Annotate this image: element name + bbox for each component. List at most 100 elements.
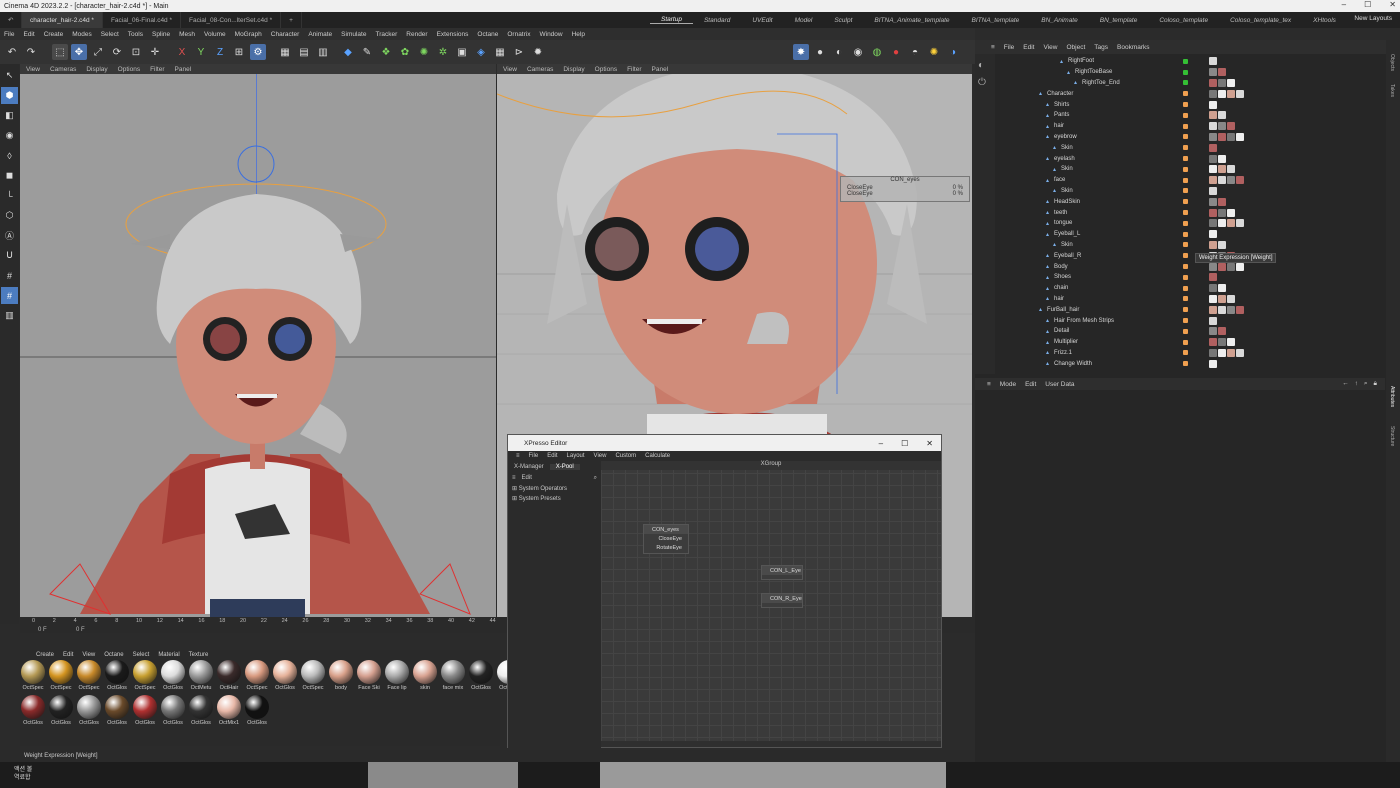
gear-icon[interactable]: ⚙ [250, 44, 266, 60]
menu-edit[interactable]: Edit [23, 31, 34, 38]
object-tag-icon[interactable] [1209, 57, 1217, 66]
layout-tab[interactable]: BN_template [1089, 17, 1149, 24]
material-swatch[interactable]: OctGlos [105, 695, 129, 726]
material-swatch[interactable]: OctGlos [161, 695, 185, 726]
viewport-3d-left[interactable] [20, 74, 496, 617]
effector-icon[interactable]: ✲ [435, 44, 451, 60]
visibility-dot[interactable] [1183, 264, 1188, 270]
xp-menu-view[interactable]: View [594, 453, 607, 459]
vp2-menu-display[interactable]: Display [563, 66, 584, 73]
vp2-menu-panel[interactable]: Panel [652, 66, 669, 73]
attr-menu-hamburger-icon[interactable]: ≡ [987, 381, 991, 388]
object-tag-icon[interactable] [1218, 122, 1226, 131]
undo-icon[interactable]: ↶ [4, 44, 20, 60]
back-arrow-icon[interactable]: ← [1342, 380, 1349, 388]
side-tab-attributes[interactable]: Attributes [1389, 386, 1395, 407]
object-tag-icon[interactable] [1236, 219, 1244, 228]
menu-spline[interactable]: Spline [152, 31, 170, 38]
object-row[interactable]: ▴ Multiplier [995, 337, 1400, 348]
vp-menu-cameras[interactable]: Cameras [50, 66, 76, 73]
new-tab-button[interactable]: + [281, 12, 302, 28]
edges-mode-icon[interactable]: ◊ [1, 147, 18, 164]
layout-tab-startup[interactable]: Startup [650, 16, 693, 24]
select-tool-icon[interactable]: ⬚ [52, 44, 68, 60]
menu-character[interactable]: Character [271, 31, 300, 38]
om-menu-file[interactable]: File [1004, 44, 1014, 51]
field-icon[interactable]: ▣ [454, 44, 470, 60]
object-row[interactable]: ▴ Hair From Mesh Strips [995, 315, 1400, 326]
object-tag-icon[interactable] [1218, 208, 1226, 217]
material-swatch[interactable]: OctGlos [133, 695, 157, 726]
polygons-mode-icon[interactable]: ◼ [1, 167, 18, 184]
object-tag-icon[interactable] [1227, 208, 1235, 217]
visibility-dot[interactable] [1183, 58, 1188, 64]
xp-menu-layout[interactable]: Layout [567, 453, 585, 459]
snap-grid-icon[interactable]: # [1, 267, 18, 284]
visibility-dot[interactable] [1183, 80, 1188, 86]
render-view-icon[interactable]: ▤ [296, 44, 312, 60]
object-tag-icon[interactable] [1218, 132, 1226, 141]
object-tag-icon[interactable] [1227, 165, 1235, 174]
object-row[interactable]: ▴ RightToeBase [995, 67, 1400, 78]
scale-tool-icon[interactable]: ⤢ [90, 44, 106, 60]
object-tag-icon[interactable] [1218, 219, 1226, 228]
visibility-dot[interactable] [1183, 339, 1188, 345]
attr-menu-userdata[interactable]: User Data [1045, 381, 1074, 388]
object-tag-icon[interactable] [1227, 305, 1235, 314]
vp-menu-view[interactable]: View [26, 66, 40, 73]
object-tag-icon[interactable] [1209, 294, 1217, 303]
object-row[interactable]: ▴ RightFoot [995, 56, 1400, 67]
hud-controller-panel[interactable]: CON_eyes CloseEye 0 % CloseEye 0 % [840, 176, 970, 202]
mat-menu-create[interactable]: Create [36, 652, 54, 658]
visibility-dot[interactable] [1183, 112, 1188, 118]
object-tag-icon[interactable] [1218, 348, 1226, 357]
object-row[interactable]: ▴ Pants [995, 110, 1400, 121]
om-mode-icon[interactable]: ◐ [978, 60, 992, 71]
vp-menu-options[interactable]: Options [118, 66, 140, 73]
object-tag-icon[interactable] [1218, 294, 1226, 303]
layout-tab[interactable]: Model [784, 17, 824, 24]
node-con-r-eye[interactable]: CON_R_Eye [761, 593, 803, 608]
menu-simulate[interactable]: Simulate [341, 31, 366, 38]
deformer-icon[interactable]: ✺ [416, 44, 432, 60]
xpool-menu-icon[interactable]: ≡ [512, 475, 516, 481]
eye-icon[interactable]: ◓ [907, 44, 923, 60]
material-swatch[interactable]: OctSpec [49, 660, 73, 691]
menu-modes[interactable]: Modes [72, 31, 92, 38]
visibility-dot[interactable] [1183, 188, 1188, 194]
material-swatch[interactable]: OctSpec [245, 660, 269, 691]
material-swatch[interactable]: OctSpec [77, 660, 101, 691]
model-mode-icon[interactable]: ⬢ [1, 87, 18, 104]
material-swatch[interactable]: OctGlos [189, 695, 213, 726]
om-power-icon[interactable]: ⏻ [978, 77, 992, 88]
visibility-dot[interactable] [1183, 177, 1188, 183]
spline-icon[interactable]: ◈ [473, 44, 489, 60]
visibility-dot[interactable] [1183, 145, 1188, 151]
object-tag-icon[interactable] [1209, 197, 1217, 206]
object-tag-icon[interactable] [1218, 89, 1226, 98]
object-tag-icon[interactable] [1218, 338, 1226, 347]
object-tag-icon[interactable] [1209, 208, 1217, 217]
material-swatch[interactable]: OctGlos [161, 660, 185, 691]
axis-icon[interactable]: └ [1, 187, 18, 204]
object-tag-icon[interactable] [1236, 176, 1244, 185]
lock-icon[interactable]: 🔒︎ [1374, 380, 1377, 388]
object-tag-icon[interactable] [1218, 305, 1226, 314]
workplane-icon[interactable]: # [1, 287, 18, 304]
mat-menu-material[interactable]: Material [158, 652, 179, 658]
tree-system-operators[interactable]: ⊞ System Operators [512, 484, 601, 494]
object-row[interactable]: ▴ Skin [995, 164, 1400, 175]
object-tag-icon[interactable] [1209, 338, 1217, 347]
material-swatch[interactable]: OctSpec [133, 660, 157, 691]
material-swatch[interactable]: OctGlos [21, 695, 45, 726]
ime-indicator[interactable]: 액션 볼 역료합 [14, 766, 32, 782]
menu-mesh[interactable]: Mesh [179, 31, 195, 38]
cube-icon[interactable]: ◆ [340, 44, 356, 60]
menu-help[interactable]: Help [572, 31, 585, 38]
object-tag-icon[interactable] [1227, 338, 1235, 347]
y-axis-icon[interactable]: Y [193, 44, 209, 60]
object-row[interactable]: ▴ teeth [995, 207, 1400, 218]
half-sphere-icon[interactable]: ◐ [831, 44, 847, 60]
object-row[interactable]: ▴ eyebrow [995, 132, 1400, 143]
object-tag-icon[interactable] [1209, 176, 1217, 185]
